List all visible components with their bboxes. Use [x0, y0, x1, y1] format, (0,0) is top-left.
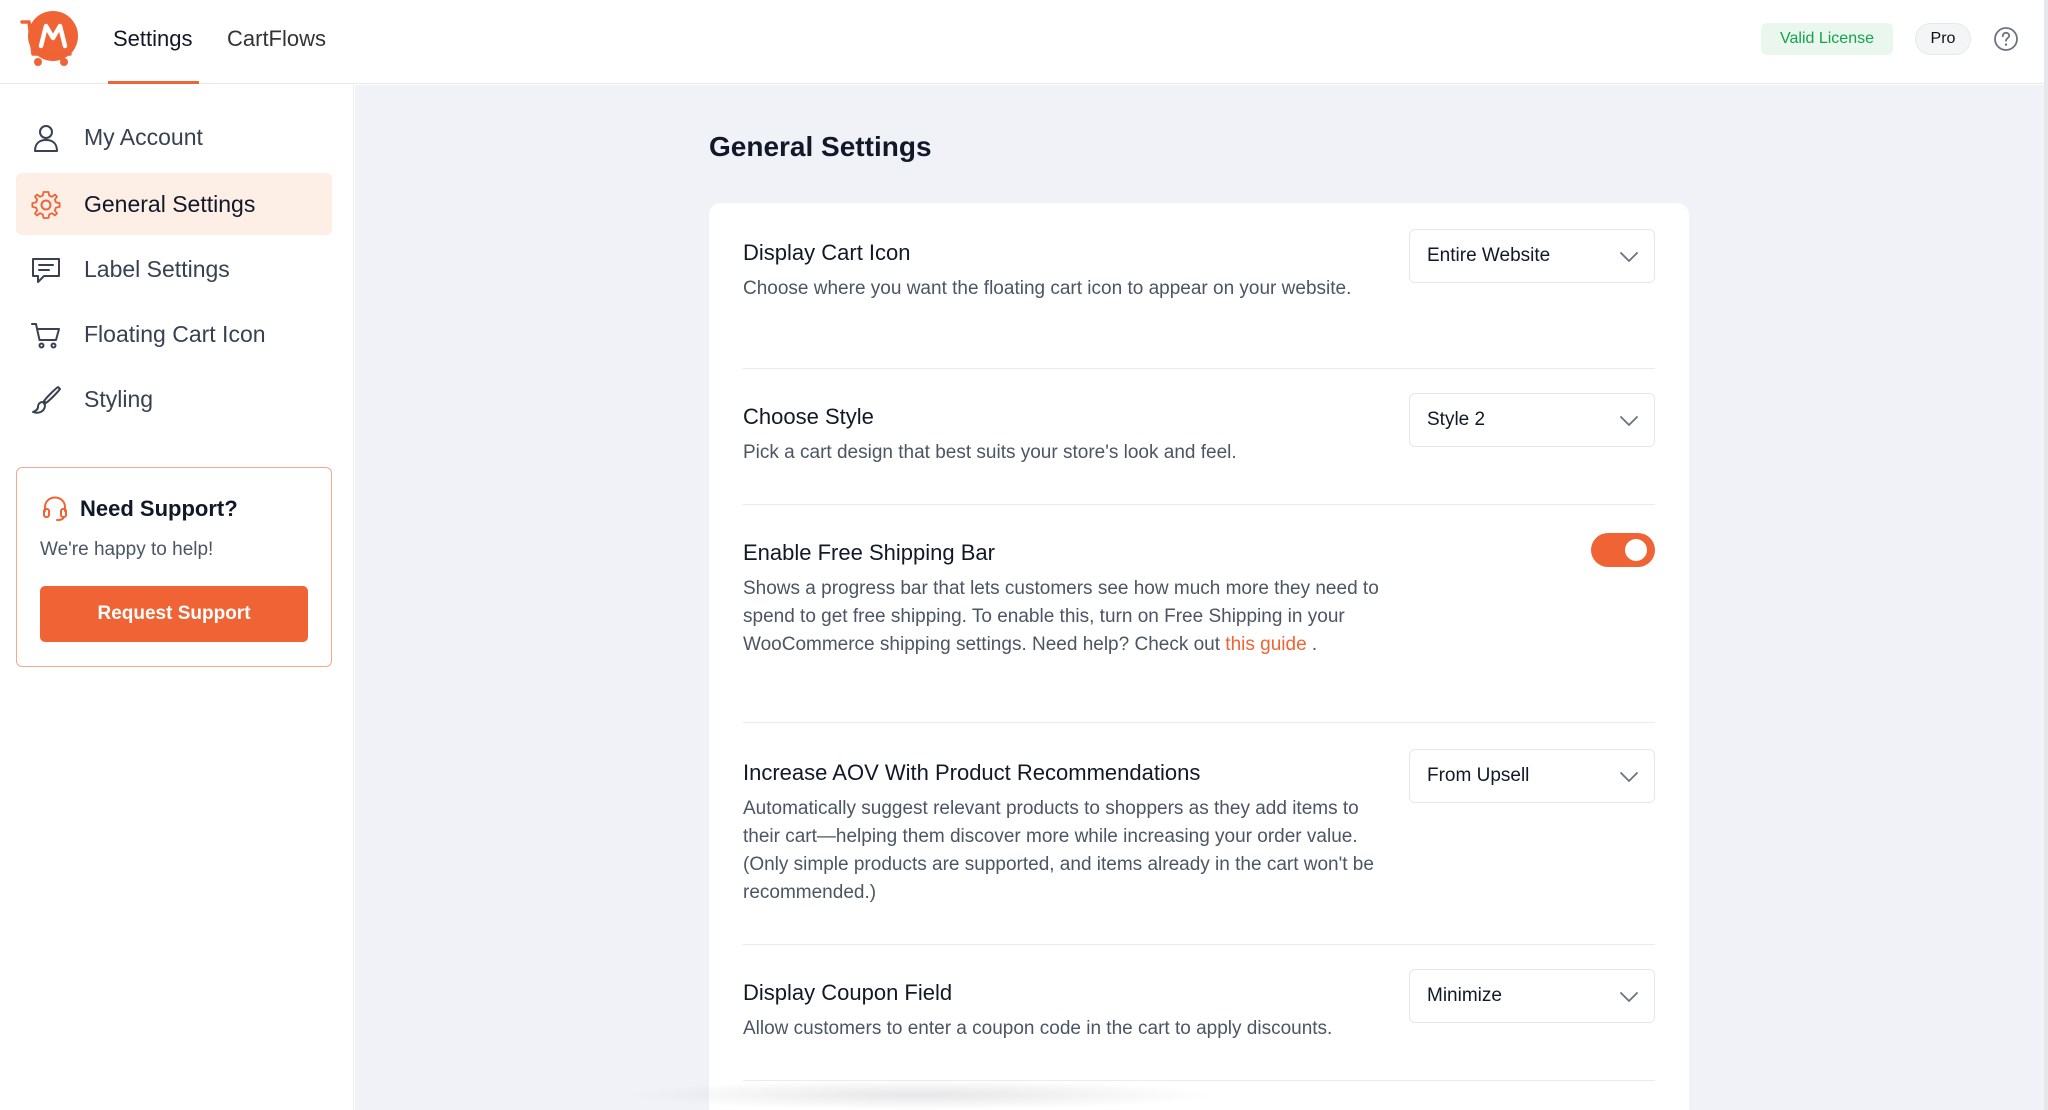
license-status-badge: Valid License: [1761, 23, 1893, 55]
sidebar-item-label: General Settings: [84, 191, 256, 217]
main-content: General Settings Display Cart Icon Choos…: [355, 85, 2044, 1110]
user-icon: [34, 125, 58, 152]
setting-title: Display Cart Icon: [743, 240, 911, 265]
select-value: Minimize: [1427, 985, 1502, 1006]
select-value: From Upsell: [1427, 765, 1530, 786]
sidebar: My Account General Settings Label Settin…: [0, 85, 354, 1110]
headset-icon: [43, 496, 67, 521]
sidebar-item-floating-cart-icon[interactable]: Floating Cart Icon: [16, 303, 332, 365]
chevron-down-icon: [1620, 252, 1638, 262]
settings-card: Display Cart Icon Choose where you want …: [709, 203, 1689, 1110]
bottom-shadow: [620, 1080, 1220, 1110]
scrollbar[interactable]: [2044, 0, 2048, 1110]
product-recommendations-select[interactable]: From Upsell: [1409, 749, 1655, 803]
setting-title: Increase AOV With Product Recommendation…: [743, 760, 1201, 785]
request-support-button[interactable]: Request Support: [40, 586, 308, 642]
setting-description: Pick a cart design that best suits your …: [743, 442, 1237, 463]
setting-title: Display Coupon Field: [743, 980, 953, 1005]
sidebar-item-general-settings[interactable]: General Settings: [16, 173, 332, 235]
description-text-end: .: [1306, 634, 1318, 655]
help-circle-icon[interactable]: [1993, 26, 2019, 52]
setting-row-choose-style: Choose Style Pick a cart design that bes…: [743, 393, 1655, 505]
setting-row-product-recommendations: Increase AOV With Product Recommendation…: [743, 749, 1655, 945]
setting-row-free-shipping-bar: Enable Free Shipping Bar Shows a progres…: [743, 533, 1655, 723]
top-header: Settings CartFlows Valid License Pro: [0, 0, 2044, 84]
free-shipping-toggle[interactable]: [1591, 533, 1655, 567]
active-tab-indicator: [108, 81, 199, 84]
sidebar-item-label: My Account: [84, 124, 203, 150]
sidebar-item-styling[interactable]: Styling: [16, 368, 332, 430]
select-value: Style 2: [1427, 409, 1486, 430]
toggle-knob: [1625, 539, 1647, 561]
support-card: Need Support? We're happy to help! Reque…: [16, 467, 332, 667]
tab-cartflows[interactable]: CartFlows: [227, 24, 326, 54]
guide-link[interactable]: this guide: [1225, 634, 1306, 655]
coupon-field-select[interactable]: Minimize: [1409, 969, 1655, 1023]
setting-title: Enable Free Shipping Bar: [743, 540, 995, 565]
chevron-down-icon: [1620, 416, 1638, 426]
chevron-down-icon: [1620, 992, 1638, 1002]
sidebar-item-label: Styling: [84, 386, 154, 412]
gear-icon: [31, 191, 61, 219]
sidebar-item-label: Floating Cart Icon: [84, 321, 266, 347]
plan-badge: Pro: [1915, 23, 1971, 55]
setting-row-display-cart-icon: Display Cart Icon Choose where you want …: [743, 229, 1655, 369]
brush-icon: [32, 386, 61, 414]
display-cart-icon-select[interactable]: Entire Website: [1409, 229, 1655, 283]
setting-title: Choose Style: [743, 404, 874, 429]
select-value: Entire Website: [1427, 245, 1551, 266]
setting-description: Allow customers to enter a coupon code i…: [743, 1018, 1333, 1039]
setting-description: Shows a progress bar that lets customers…: [743, 575, 1383, 659]
setting-description: Choose where you want the floating cart …: [743, 278, 1352, 299]
choose-style-select[interactable]: Style 2: [1409, 393, 1655, 447]
support-title: Need Support?: [80, 496, 238, 521]
cart-logo-icon[interactable]: [20, 8, 82, 70]
message-icon: [32, 258, 60, 283]
sidebar-item-label: Label Settings: [84, 256, 230, 282]
setting-row-display-coupon-field: Display Coupon Field Allow customers to …: [743, 969, 1655, 1081]
sidebar-item-my-account[interactable]: My Account: [16, 106, 332, 168]
sidebar-item-label-settings[interactable]: Label Settings: [16, 238, 332, 300]
setting-description: Automatically suggest relevant products …: [743, 798, 1374, 903]
page-title: General Settings: [709, 131, 932, 162]
chevron-down-icon: [1620, 772, 1638, 782]
support-subtitle: We're happy to help!: [40, 539, 214, 560]
tab-settings[interactable]: Settings: [113, 24, 193, 54]
cart-icon: [31, 323, 60, 349]
